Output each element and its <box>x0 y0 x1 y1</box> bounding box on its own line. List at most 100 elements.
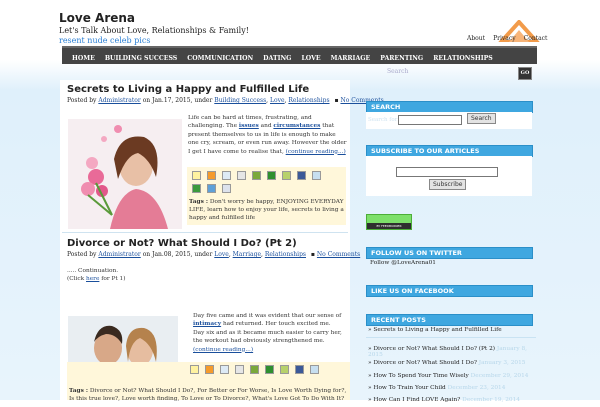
share-icon[interactable] <box>190 365 199 374</box>
share-icon[interactable] <box>310 365 319 374</box>
recent-post-date: December 23, 2014 <box>447 385 506 391</box>
here-link[interactable]: here <box>86 276 99 282</box>
tag-link[interactable]: For Better or For Worse <box>197 388 267 394</box>
tag-link[interactable]: To Love or To Divorce? <box>181 396 248 402</box>
recent-post-item[interactable]: » How To Train Your Child December 23, 2… <box>366 383 536 395</box>
share-icon[interactable] <box>192 184 201 193</box>
nav-dating[interactable]: DATING <box>263 48 291 69</box>
nav-relationships[interactable]: RELATIONSHIPS <box>433 48 493 69</box>
share-icon[interactable] <box>267 171 276 180</box>
recent-post-title[interactable]: Divorce or Not? What Should I Do? (Pt 2) <box>373 346 495 352</box>
share-icon[interactable] <box>222 184 231 193</box>
share-icon[interactable] <box>252 171 261 180</box>
author-link[interactable]: Administrator <box>98 251 140 258</box>
recent-posts-list: » Secrets to Living a Happy and Fulfille… <box>366 325 536 407</box>
search-widget: Search for: Search <box>366 112 532 129</box>
continue-reading-link[interactable]: (continue reading...) <box>193 347 253 353</box>
keyword-link[interactable]: issues <box>239 123 259 129</box>
category-link[interactable]: Love <box>214 251 229 258</box>
promo-link[interactable]: resent nude celeb pics <box>59 36 150 45</box>
site-tagline: Let's Talk About Love, Relationships & F… <box>59 26 249 35</box>
nav-communication[interactable]: COMMUNICATION <box>187 48 253 69</box>
privacy-link[interactable]: Privacy <box>493 35 516 42</box>
meta-prefix: Posted by <box>67 97 97 104</box>
recent-post-title[interactable]: How To Train Your Child <box>373 385 445 391</box>
sidebar-search-button[interactable]: Search <box>467 113 496 124</box>
share-icon[interactable] <box>312 171 321 180</box>
category-link[interactable]: Love <box>270 97 285 104</box>
share-icon[interactable] <box>280 365 289 374</box>
twitter-follow-link[interactable]: Follow @LoveArena01 <box>370 260 436 266</box>
share-icon[interactable] <box>207 184 216 193</box>
post-title[interactable]: Divorce or Not? What Should I Do? (Pt 2) <box>67 238 297 249</box>
recent-post-date: January 3, 2015 <box>478 360 526 366</box>
tags-line: Tags : Don't worry be happy, ENJOYING EV… <box>189 199 344 221</box>
contact-link[interactable]: Contact <box>524 35 548 42</box>
post-date: on Jan.17, 2015, under <box>142 97 213 104</box>
author-link[interactable]: Administrator <box>98 97 140 104</box>
keyword-link[interactable]: intimacy <box>193 321 221 327</box>
recent-post-item[interactable]: » How Can I Find LOVE Again? December 19… <box>366 395 536 407</box>
share-icon[interactable] <box>222 171 231 180</box>
share-icon[interactable] <box>192 171 201 180</box>
top-search-input[interactable]: Search <box>387 68 517 78</box>
tag-link[interactable]: Is this true love? <box>69 396 118 402</box>
about-link[interactable]: About <box>467 35 485 42</box>
tag-link[interactable]: Is Love Worth Dying for? <box>271 388 344 394</box>
nav-love[interactable]: LOVE <box>301 48 320 69</box>
category-link[interactable]: Relationships <box>265 251 306 258</box>
subscribe-button[interactable]: Subscribe <box>429 179 467 190</box>
sidebar-heading-twitter: FOLLOW US ON TWITTER <box>366 247 533 259</box>
tags-label: Tags : <box>189 199 208 205</box>
category-link[interactable]: Building Success <box>214 97 266 104</box>
share-icon[interactable] <box>282 171 291 180</box>
tag-link[interactable]: Divorce or Not? What Should I Do? <box>90 388 194 394</box>
excerpt-text: Day six and as it became much easier to … <box>193 329 342 345</box>
recent-post-item[interactable]: » Secrets to Living a Happy and Fulfille… <box>366 325 536 337</box>
tag-link[interactable]: learn how to enjoy your life <box>207 207 288 213</box>
nav-marriage[interactable]: MARRIAGE <box>331 48 371 69</box>
recent-post-item[interactable]: » Divorce or Not? What Should I Do? Janu… <box>366 356 536 370</box>
tag-link[interactable]: What's Love Got To Do With It? <box>252 396 344 402</box>
post-intro: ..... Continuation. (Click here for Pt 1… <box>67 267 267 284</box>
go-button[interactable]: GO <box>518 67 532 80</box>
feedburner-badge[interactable]: BY FEEDBURNER <box>366 214 412 230</box>
share-icons-row <box>187 183 346 196</box>
post-date: on Jan.08, 2015, under <box>142 251 213 258</box>
recent-post-title[interactable]: Secrets to Living a Happy and Fulfilled … <box>373 327 501 333</box>
share-icon[interactable] <box>265 365 274 374</box>
nav-building-success[interactable]: BUILDING SUCCESS <box>105 48 177 69</box>
category-link[interactable]: Marriage <box>233 251 261 258</box>
share-icon[interactable] <box>250 365 259 374</box>
share-icon[interactable] <box>235 365 244 374</box>
recent-post-item[interactable]: » How To Spend Your Time Wisely December… <box>366 370 536 383</box>
recent-post-title[interactable]: How To Spend Your Time Wisely <box>373 373 468 379</box>
subscribe-email-field[interactable] <box>396 167 498 177</box>
share-icon[interactable] <box>220 365 229 374</box>
share-icon[interactable] <box>207 171 216 180</box>
recent-post-title[interactable]: How Can I Find LOVE Again? <box>373 397 460 403</box>
tag-link[interactable]: Love worth finding <box>122 396 178 402</box>
comments-link[interactable]: No Comments <box>317 251 360 258</box>
share-icon[interactable] <box>295 365 304 374</box>
recent-post-item[interactable]: » Divorce or Not? What Should I Do? (Pt … <box>366 338 536 358</box>
tag-link[interactable]: Don't worry be happy <box>210 199 273 205</box>
keyword-link[interactable]: circumstances <box>273 123 320 129</box>
share-icon[interactable] <box>237 171 246 180</box>
site-title[interactable]: Love Arena <box>59 11 135 25</box>
post-image-woman-flowers[interactable] <box>68 119 182 229</box>
sidebar-search-input[interactable] <box>398 115 462 125</box>
post-meta: Posted by Administrator on Jan.17, 2015,… <box>67 97 384 104</box>
category-link[interactable]: Relationships <box>288 97 329 104</box>
recent-post-title[interactable]: Divorce or Not? What Should I Do? <box>373 360 477 366</box>
continuation-text: ..... Continuation. <box>67 268 119 274</box>
share-icon[interactable] <box>297 171 306 180</box>
share-icons-row <box>187 167 346 183</box>
continue-reading-link[interactable]: (continue reading...) <box>286 149 346 155</box>
nav-parenting[interactable]: PARENTING <box>380 48 423 69</box>
excerpt-text: and <box>260 123 272 130</box>
share-icon[interactable] <box>205 365 214 374</box>
post-title[interactable]: Secrets to Living a Happy and Fulfilled … <box>67 84 309 95</box>
nav-home[interactable]: HOME <box>72 48 95 69</box>
share-icons-row <box>67 362 350 377</box>
